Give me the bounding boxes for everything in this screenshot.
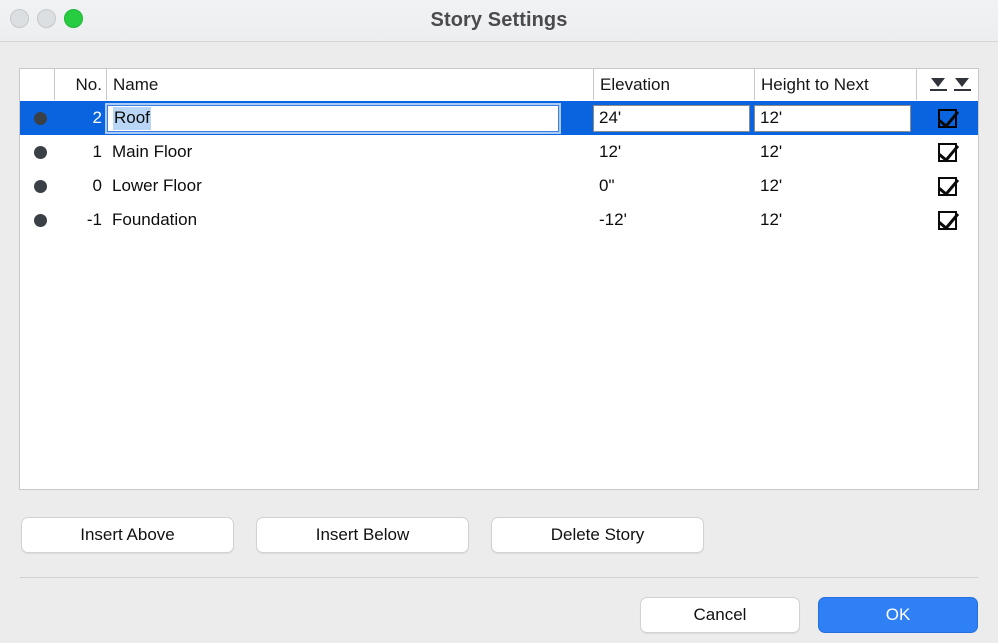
row-marker-cell[interactable]: [20, 203, 54, 237]
story-action-bar: Insert Above Insert Below Delete Story: [21, 517, 704, 553]
row-no: 2: [54, 101, 106, 135]
table-row[interactable]: 1 Main Floor 12' 12': [20, 135, 978, 169]
row-elevation-cell[interactable]: 24': [593, 101, 754, 135]
dialog-footer: Cancel OK: [640, 597, 978, 633]
table-header-row: No. Name Elevation Height to Next: [20, 69, 978, 101]
row-elevation-cell[interactable]: 0": [593, 169, 754, 203]
row-name-cell[interactable]: Roof: [106, 101, 593, 135]
window-title: Story Settings: [0, 0, 998, 41]
story-marker-icon: [34, 180, 47, 193]
window-titlebar: Story Settings: [0, 0, 998, 42]
row-visibility-cell[interactable]: [916, 101, 978, 135]
row-height-cell[interactable]: 12': [754, 135, 916, 169]
header-cell-height-to-next[interactable]: Height to Next: [754, 69, 916, 100]
row-name-cell[interactable]: Main Floor: [106, 135, 593, 169]
insert-below-button[interactable]: Insert Below: [256, 517, 469, 553]
footer-divider: [20, 577, 978, 578]
row-height-text: 12': [754, 142, 782, 162]
row-no-text: 1: [93, 142, 102, 162]
row-name-cell[interactable]: Foundation: [106, 203, 593, 237]
row-name-text: Foundation: [106, 210, 197, 230]
story-marker-icon: [34, 146, 47, 159]
header-cell-no[interactable]: No.: [54, 69, 106, 100]
visibility-icon-group: [930, 78, 971, 92]
row-marker-cell[interactable]: [20, 101, 54, 135]
table-row[interactable]: -1 Foundation -12' 12': [20, 203, 978, 237]
row-height-cell[interactable]: 12': [754, 203, 916, 237]
story-level-down-icon[interactable]: [930, 78, 947, 92]
row-marker-cell[interactable]: [20, 135, 54, 169]
visibility-checkbox[interactable]: [938, 177, 957, 196]
row-no: 0: [54, 169, 106, 203]
visibility-checkbox[interactable]: [938, 143, 957, 162]
header-cell-marker: [20, 69, 54, 100]
story-level-down-icon[interactable]: [954, 78, 971, 92]
row-visibility-cell[interactable]: [916, 169, 978, 203]
row-no: 1: [54, 135, 106, 169]
story-table: No. Name Elevation Height to Next 2 Roof…: [19, 68, 979, 490]
elevation-input[interactable]: 24': [593, 105, 750, 132]
name-input-value: Roof: [113, 107, 151, 130]
row-marker-cell[interactable]: [20, 169, 54, 203]
insert-above-button[interactable]: Insert Above: [21, 517, 234, 553]
row-elevation-cell[interactable]: -12': [593, 203, 754, 237]
row-elevation-text: 12': [593, 142, 621, 162]
row-name-text: Lower Floor: [106, 176, 202, 196]
row-no-text: 2: [93, 108, 102, 128]
row-no: -1: [54, 203, 106, 237]
story-marker-icon: [34, 214, 47, 227]
cancel-button[interactable]: Cancel: [640, 597, 800, 633]
name-input[interactable]: Roof: [107, 105, 559, 132]
header-cell-elevation[interactable]: Elevation: [593, 69, 754, 100]
header-cell-visibility[interactable]: [916, 69, 978, 100]
row-height-cell[interactable]: 12': [754, 101, 916, 135]
visibility-checkbox[interactable]: [938, 109, 957, 128]
row-height-cell[interactable]: 12': [754, 169, 916, 203]
row-elevation-cell[interactable]: 12': [593, 135, 754, 169]
row-visibility-cell[interactable]: [916, 203, 978, 237]
row-visibility-cell[interactable]: [916, 135, 978, 169]
header-cell-name[interactable]: Name: [106, 69, 593, 100]
table-row[interactable]: 0 Lower Floor 0" 12': [20, 169, 978, 203]
ok-button[interactable]: OK: [818, 597, 978, 633]
height-to-next-input[interactable]: 12': [754, 105, 911, 132]
table-row[interactable]: 2 Roof 24' 12': [20, 101, 978, 135]
row-height-text: 12': [754, 210, 782, 230]
row-no-text: 0: [93, 176, 102, 196]
delete-story-button[interactable]: Delete Story: [491, 517, 704, 553]
story-marker-icon: [34, 112, 47, 125]
visibility-checkbox[interactable]: [938, 211, 957, 230]
row-name-text: Main Floor: [106, 142, 192, 162]
row-height-text: 12': [754, 176, 782, 196]
row-elevation-text: -12': [593, 210, 627, 230]
row-elevation-text: 0": [593, 176, 615, 196]
row-name-cell[interactable]: Lower Floor: [106, 169, 593, 203]
row-no-text: -1: [87, 210, 102, 230]
